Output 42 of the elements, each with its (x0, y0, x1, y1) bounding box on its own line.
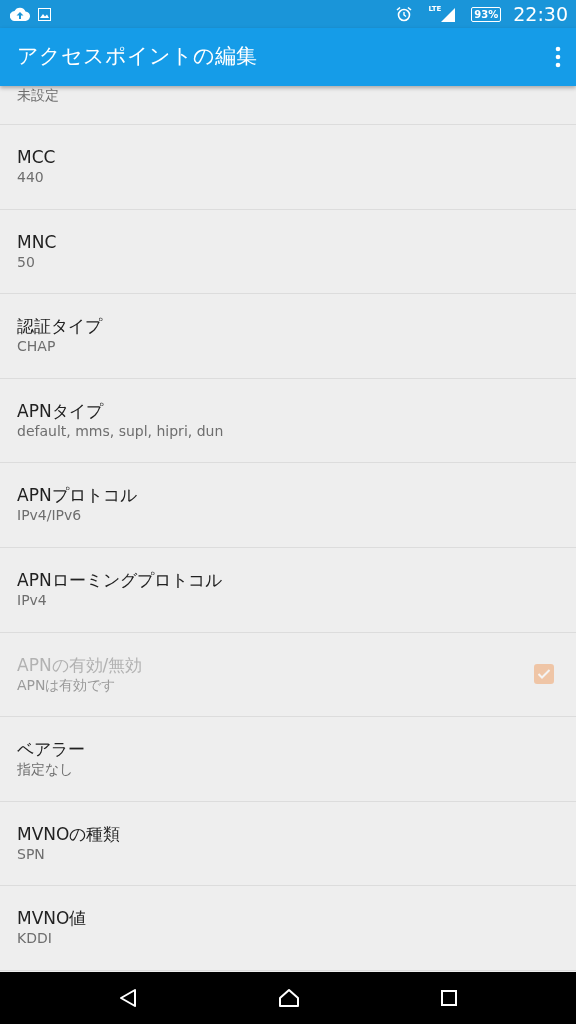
preference-row[interactable]: MCC 440 (0, 125, 576, 210)
preference-title: MVNO値 (17, 907, 87, 930)
cloud-upload-icon (10, 7, 30, 21)
preference-row[interactable]: 認証タイプ CHAP (0, 294, 576, 379)
preference-row[interactable]: MVNOの種類 SPN (0, 801, 576, 887)
preference-row[interactable]: APNプロトコル IPv4/IPv6 (0, 463, 576, 548)
preference-summary: CHAP (17, 337, 56, 357)
preference-row[interactable]: MNC 50 (0, 209, 576, 295)
preference-title: APNローミングプロトコル (17, 568, 222, 591)
status-time: 22:30 (513, 4, 568, 24)
preference-row[interactable]: APNローミングプロトコル IPv4 (0, 547, 576, 633)
recents-icon[interactable] (440, 989, 458, 1007)
preference-summary: 440 (17, 168, 44, 188)
preference-row[interactable]: APNタイプ default, mms, supl, hipri, dun (0, 378, 576, 464)
preference-summary: 指定なし (17, 760, 73, 780)
preference-summary: KDDI (17, 929, 52, 949)
battery-indicator: 93% (471, 6, 502, 22)
preference-title: APNプロトコル (17, 484, 137, 507)
preference-summary: 50 (17, 252, 35, 272)
preference-summary: IPv4/IPv6 (17, 506, 82, 526)
alarm-clock-icon (396, 6, 413, 22)
preference-title: APNタイプ (17, 399, 103, 422)
preference-title: APNの有効/無効 (17, 653, 143, 676)
screen-title: アクセスポイントの編集 (17, 43, 257, 71)
preference-row[interactable]: ベアラー 指定なし (0, 717, 576, 802)
preference-title: MNC (17, 230, 57, 253)
checkmark-icon (537, 668, 551, 681)
preference-title: ベアラー (17, 738, 85, 761)
preference-summary: IPv4 (17, 591, 47, 610)
signal-icon (441, 6, 456, 22)
preference-title: MCC (17, 145, 56, 169)
home-icon[interactable] (278, 988, 300, 1008)
preference-summary: default, mms, supl, hipri, dun (17, 421, 224, 441)
preference-title: MVNOの種類 (17, 822, 121, 845)
more-options-icon[interactable] (554, 46, 562, 68)
preference-summary: SPN (17, 844, 45, 864)
preference-title: 認証タイプ (17, 315, 102, 338)
back-icon[interactable] (118, 988, 138, 1008)
preference-summary: 未設定 (17, 86, 59, 105)
image-icon (38, 7, 51, 21)
preference-summary: APNは有効です (17, 675, 116, 695)
preference-row[interactable]: MVNO値 KDDI (0, 886, 576, 971)
